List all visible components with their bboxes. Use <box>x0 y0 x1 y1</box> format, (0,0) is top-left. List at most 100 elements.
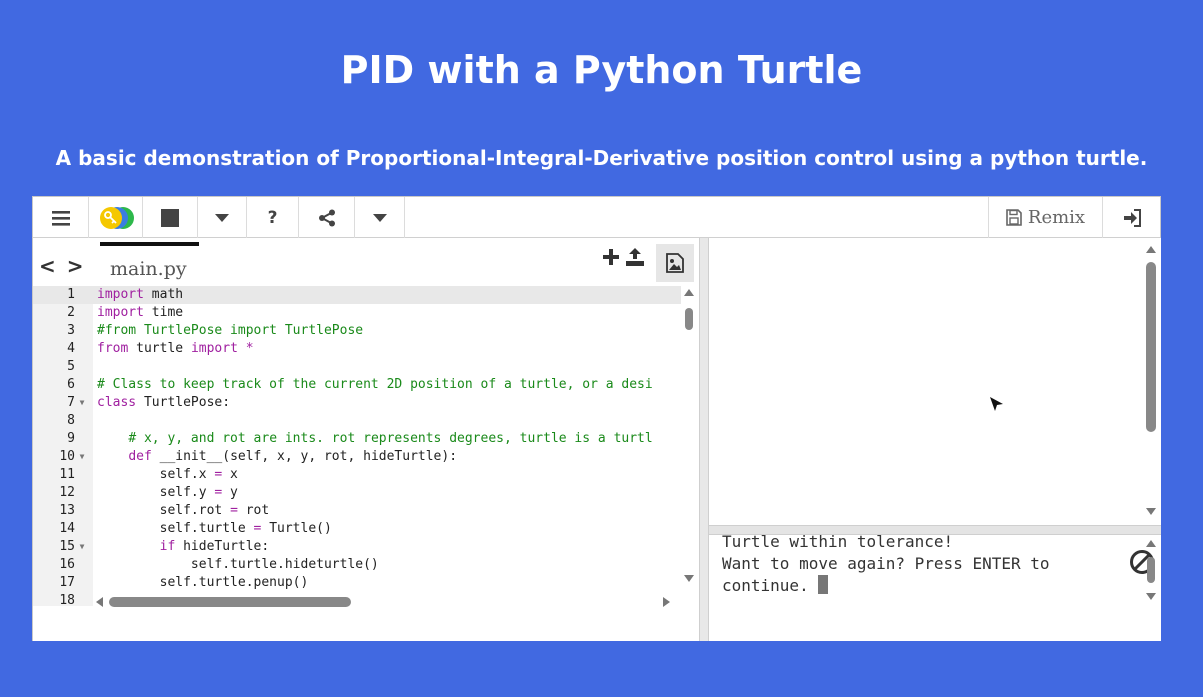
line-number-value: 5 <box>67 359 75 374</box>
code-line[interactable]: # Class to keep track of the current 2D … <box>93 376 681 394</box>
fold-arrow-icon[interactable]: ▼ <box>75 538 89 556</box>
editor-pane: < > main.py 1 2 3 4 5 6 7 ▼ 8 9 10 ▼ 11 12 13 14 15 ▼ 16 17… <box>33 238 699 641</box>
line-number: 16 <box>33 556 93 574</box>
sign-in-icon <box>1124 208 1141 227</box>
login-button[interactable] <box>1103 197 1161 238</box>
fold-arrow-icon <box>75 556 89 574</box>
editor-horizontal-scrollbar[interactable] <box>93 594 681 610</box>
file-tab-label: main.py <box>110 258 187 280</box>
share-button[interactable] <box>299 197 355 238</box>
canvas-scrollbar[interactable] <box>1143 240 1159 522</box>
page-subtitle: A basic demonstration of Proportional-In… <box>55 146 1148 170</box>
image-library-button[interactable] <box>656 244 694 282</box>
share-options-dropdown[interactable] <box>355 197 405 238</box>
line-number: 17 <box>33 574 93 592</box>
line-number-value: 17 <box>59 575 75 590</box>
line-number: 4 <box>33 340 93 358</box>
fold-arrow-icon <box>75 592 89 610</box>
line-number: 6 <box>33 376 93 394</box>
code-line[interactable]: self.turtle.hideturtle() <box>93 556 681 574</box>
code-line[interactable]: # x, y, and rot are ints. rot represents… <box>93 430 681 448</box>
line-number: 1 <box>33 286 93 304</box>
line-number-value: 7 <box>67 395 75 410</box>
console-text: Turtle within tolerance! Want to move ag… <box>722 532 1050 595</box>
fold-arrow-icon[interactable]: ▼ <box>75 394 89 412</box>
stop-button[interactable] <box>143 197 198 238</box>
fold-arrow-icon <box>75 484 89 502</box>
fold-arrow-icon <box>75 502 89 520</box>
code-line[interactable]: self.turtle.penup() <box>93 574 681 592</box>
hamburger-icon <box>51 210 70 226</box>
pane-divider[interactable] <box>699 238 709 641</box>
code-line[interactable]: self.turtle = Turtle() <box>93 520 681 538</box>
line-number-gutter: 1 2 3 4 5 6 7 ▼ 8 9 10 ▼ 11 12 13 14 15 ▼ 16 17 18 <box>33 286 93 608</box>
code-line[interactable]: #from TurtlePose import TurtlePose <box>93 322 681 340</box>
add-file-icon[interactable] <box>603 249 619 265</box>
code-line[interactable]: import time <box>93 304 681 322</box>
code-line[interactable] <box>93 358 681 376</box>
image-file-icon <box>666 253 684 273</box>
code-line[interactable]: import math <box>93 286 681 304</box>
console-output[interactable]: Turtle within tolerance! Want to move ag… <box>709 532 1161 641</box>
line-number: 5 <box>33 358 93 376</box>
line-number-value: 15 <box>59 539 75 554</box>
line-number: 11 <box>33 466 93 484</box>
menu-button[interactable] <box>33 197 89 238</box>
turtle-canvas <box>709 238 1161 525</box>
code-line[interactable]: self.x = x <box>93 466 681 484</box>
code-editor[interactable]: import math import time #from TurtlePose i… <box>93 286 681 606</box>
key-icon <box>99 206 134 229</box>
file-tab-main[interactable]: main.py <box>100 242 199 286</box>
line-number: 18 <box>33 592 93 610</box>
line-number-value: 8 <box>67 413 75 428</box>
code-line[interactable]: from turtle import * <box>93 340 681 358</box>
console-scrollbar[interactable] <box>1143 537 1159 605</box>
code-line[interactable]: self.y = y <box>93 484 681 502</box>
fold-arrow-icon <box>75 430 89 448</box>
line-number-value: 11 <box>59 467 75 482</box>
remix-label: Remix <box>1027 207 1086 228</box>
line-number: 10 ▼ <box>33 448 93 466</box>
line-number-value: 6 <box>67 377 75 392</box>
line-number: 2 <box>33 304 93 322</box>
line-number-value: 14 <box>59 521 75 536</box>
fold-arrow-icon[interactable]: ▼ <box>75 448 89 466</box>
line-number-value: 18 <box>59 593 75 608</box>
fold-arrow-icon <box>75 520 89 538</box>
line-number: 14 <box>33 520 93 538</box>
code-line[interactable]: self.rot = rot <box>93 502 681 520</box>
editor-vertical-scrollbar[interactable] <box>681 286 697 586</box>
caret-down-icon <box>372 213 387 222</box>
run-options-dropdown[interactable] <box>198 197 247 238</box>
fold-arrow-icon <box>75 412 89 430</box>
run-mode-button[interactable] <box>89 197 143 238</box>
text-cursor <box>818 575 829 594</box>
remix-button[interactable]: Remix <box>988 197 1103 238</box>
line-number-value: 13 <box>59 503 75 518</box>
line-number-value: 3 <box>67 323 75 338</box>
help-button[interactable]: ? <box>247 197 299 238</box>
code-line[interactable]: class TurtlePose: <box>93 394 681 412</box>
line-number-value: 2 <box>67 305 75 320</box>
code-line[interactable]: if hideTurtle: <box>93 538 681 556</box>
line-number-value: 16 <box>59 557 75 572</box>
fold-arrow-icon <box>75 574 89 592</box>
file-tools <box>603 248 645 266</box>
caret-down-icon <box>215 213 229 222</box>
toolbar: ? Remix <box>33 197 1160 238</box>
page-title: PID with a Python Turtle <box>340 48 863 92</box>
upload-icon[interactable] <box>625 248 645 266</box>
code-line[interactable]: def __init__(self, x, y, rot, hideTurtle… <box>93 448 681 466</box>
line-number: 3 <box>33 322 93 340</box>
fold-arrow-icon <box>75 358 89 376</box>
code-toggle-icon[interactable]: < > <box>39 254 85 278</box>
fold-arrow-icon <box>75 304 89 322</box>
code-line[interactable] <box>93 412 681 430</box>
trinket-ide: ? Remix < > main.py 1 2 3 4 5 6 7 ▼ 8 9 10 ▼ 11 12 13 1… <box>32 196 1161 641</box>
line-number-value: 9 <box>67 431 75 446</box>
line-number-value: 4 <box>67 341 75 356</box>
turtle-cursor-icon <box>990 397 1003 411</box>
share-icon <box>318 209 335 226</box>
fold-arrow-icon <box>75 376 89 394</box>
stop-icon <box>161 208 179 227</box>
